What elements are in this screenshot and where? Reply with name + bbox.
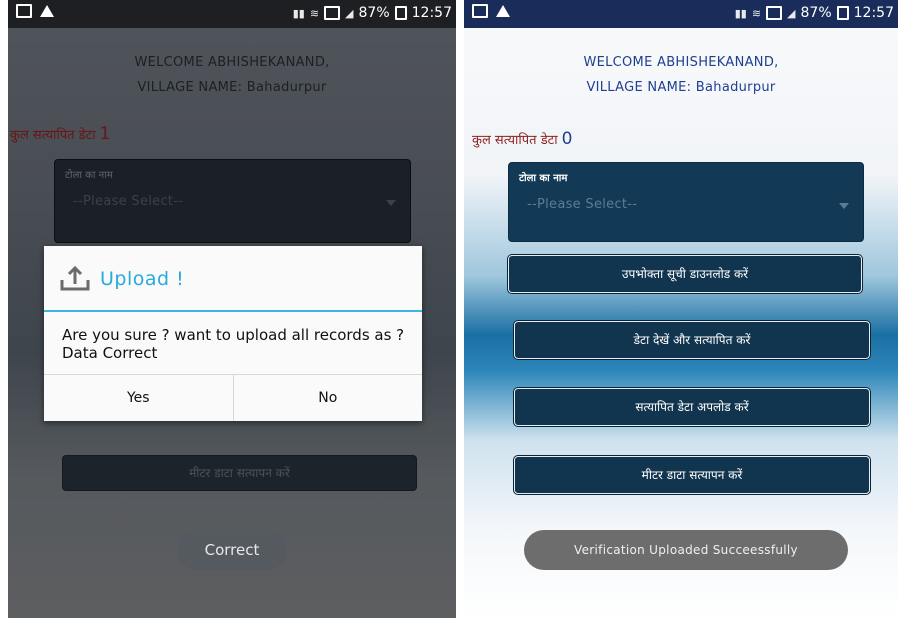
battery-percent: 87%: [358, 5, 390, 21]
upload-verified-data-button[interactable]: सत्यापित डेटा अपलोड करें: [514, 388, 870, 426]
app-screen: WELCOME ABHISHEKANAND, VILLAGE NAME: Bah…: [464, 28, 898, 618]
verified-count-value: 0: [561, 129, 573, 149]
welcome-text: WELCOME ABHISHEKANAND,: [134, 55, 330, 70]
wifi-icon: ≋: [309, 6, 320, 20]
tola-select-value: --Please Select--: [527, 197, 638, 212]
yes-button[interactable]: Yes: [44, 375, 233, 421]
village-name: VILLAGE NAME: Bahadurpur: [586, 80, 776, 95]
tola-select-value: --Please Select--: [73, 194, 184, 209]
app-screen: WELCOME ABHISHEKANAND, VILLAGE NAME: Bah…: [8, 28, 456, 618]
upload-dialog: Upload ! Are you sure ? want to upload a…: [44, 246, 422, 421]
warning-icon: [40, 5, 54, 17]
verified-count-value: 1: [99, 124, 111, 144]
tola-select[interactable]: टोला का नाम --Please Select--: [54, 159, 411, 243]
chevron-down-icon: [386, 200, 396, 206]
welcome-text: WELCOME ABHISHEKANAND,: [583, 55, 779, 70]
dialog-title: Upload !: [100, 268, 185, 290]
verified-count-label: कुल सत्यापित डेटा: [472, 133, 558, 148]
no-button[interactable]: No: [232, 375, 423, 421]
signal-icon: ▮▮: [734, 6, 747, 20]
status-bar: ▮▮ ≋ ◢ 87% 12:57: [464, 0, 898, 28]
view-verify-data-button[interactable]: डेटा देखें और सत्यापित करें: [514, 321, 870, 359]
cell-signal-icon: ◢: [787, 6, 796, 20]
tola-select-label: टोला का नाम: [519, 173, 568, 184]
battery-percent: 87%: [800, 5, 832, 21]
clock: 12:57: [853, 5, 894, 21]
download-consumer-list-button[interactable]: उपभोक्ता सूची डाउनलोड करें: [508, 255, 862, 293]
data-icon: [766, 6, 783, 20]
left-phone-screen: ▮▮ ≋ ◢ 87% 12:57 WELCOME ABHISHEKANAND, …: [8, 0, 456, 618]
correct-toast: Correct: [177, 530, 287, 570]
screenshot-icon: [16, 4, 32, 18]
upload-icon: [60, 265, 90, 291]
dialog-message: Are you sure ? want to upload all record…: [62, 326, 405, 362]
village-name: VILLAGE NAME: Bahadurpur: [137, 80, 327, 95]
signal-icon: ▮▮: [292, 6, 305, 20]
screenshot-icon: [472, 4, 488, 18]
warning-icon: [496, 5, 510, 17]
verified-count-label: कुल सत्यापित डेटा: [10, 128, 96, 143]
verified-count: कुल सत्यापित डेटा 0: [472, 129, 572, 149]
cell-signal-icon: ◢: [345, 6, 354, 20]
right-phone-screen: ▮▮ ≋ ◢ 87% 12:57 WELCOME ABHISHEKANAND, …: [464, 0, 898, 618]
verified-count: कुल सत्यापित डेटा 1: [10, 124, 110, 144]
status-bar: ▮▮ ≋ ◢ 87% 12:57: [8, 0, 456, 28]
dialog-header: Upload !: [44, 246, 422, 312]
wifi-icon: ≋: [751, 6, 762, 20]
tola-select-label: टोला का नाम: [65, 170, 113, 181]
battery-icon: [394, 6, 407, 20]
chevron-down-icon: [839, 203, 849, 209]
meter-verify-button[interactable]: मीटर डाटा सत्यापन करें: [62, 455, 417, 491]
dialog-buttons: Yes No: [44, 374, 422, 421]
clock: 12:57: [411, 5, 452, 21]
data-icon: [324, 6, 341, 20]
upload-success-toast: Verification Uploaded Succeessfully: [524, 530, 848, 570]
meter-verify-button[interactable]: मीटर डाटा सत्यापन करें: [514, 456, 870, 494]
battery-icon: [836, 6, 849, 20]
tola-select[interactable]: टोला का नाम --Please Select--: [508, 162, 864, 242]
